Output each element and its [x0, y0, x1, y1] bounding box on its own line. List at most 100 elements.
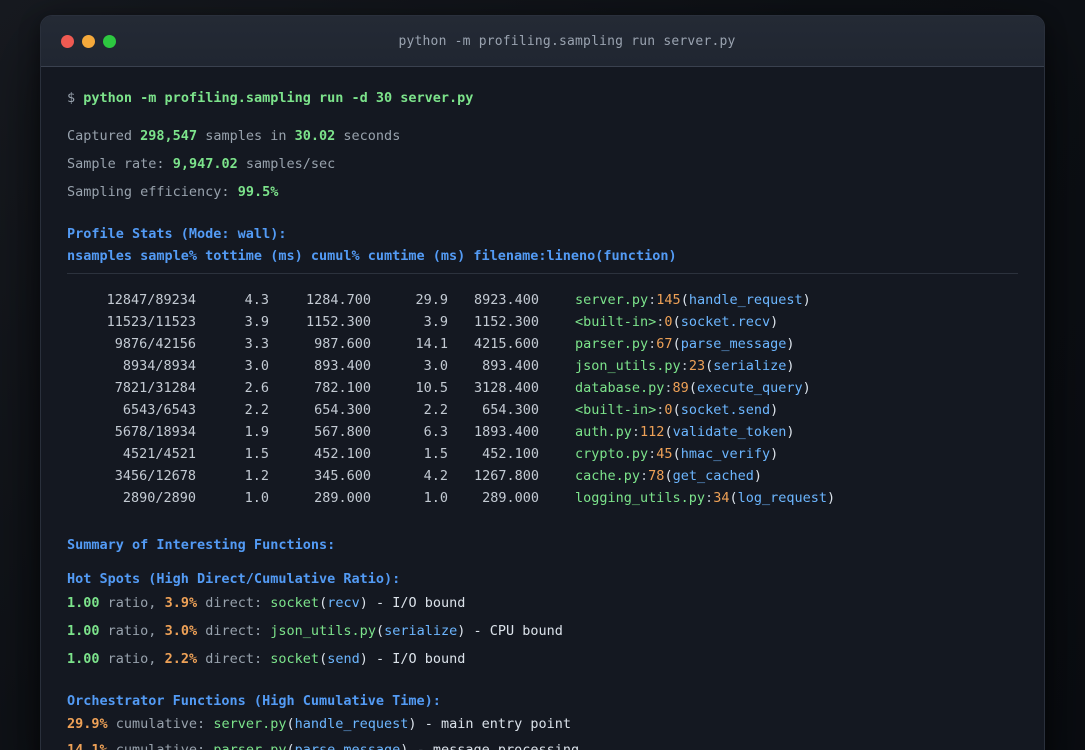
tottime-cell: 1284.700 — [305, 292, 371, 308]
cumul-pct-cell: 10.5 — [415, 380, 448, 396]
hot-spots-heading: Hot Spots (High Direct/Cumulative Ratio)… — [67, 571, 401, 587]
line-number: 0 — [664, 314, 673, 330]
sample-rate-line: Sample rate: 9,947.02 samples/sec — [67, 154, 1018, 174]
location-cell: parser.py:67(parse_message) — [575, 336, 795, 352]
terminal-output[interactable]: $ python -m profiling.sampling run -d 30… — [41, 67, 1044, 750]
close-button[interactable] — [61, 34, 74, 48]
nsamples-cell: 5678/18934 — [114, 424, 196, 440]
tottime-cell: 987.600 — [314, 336, 371, 352]
sample-rate-label: Sample rate: — [67, 156, 165, 172]
cumtime-cell: 3128.400 — [473, 380, 539, 396]
sample-pct-cell: 1.2 — [244, 468, 269, 484]
command-text: python -m profiling.sampling run -d 30 s… — [83, 90, 474, 106]
captured-samples: 298,547 — [140, 128, 198, 144]
line-number: 67 — [656, 336, 673, 352]
filename: socket — [270, 651, 320, 667]
ratio-value: 1.00 — [67, 651, 100, 667]
filename: socket — [270, 595, 320, 611]
function-name: socket.send — [680, 402, 771, 418]
location-cell: json_utils.py:23(serialize) — [575, 358, 795, 374]
location-cell: crypto.py:45(hmac_verify) — [575, 446, 779, 462]
cumul-pct-cell: 1.5 — [423, 446, 448, 462]
cumtime-cell: 452.100 — [482, 446, 539, 462]
direct-pct: 2.2% — [164, 651, 198, 667]
cumul-pct-cell: 29.9 — [415, 292, 448, 308]
captured-infix: samples in — [205, 128, 287, 144]
cumtime-cell: 4215.600 — [473, 336, 539, 352]
role-note: - main entry point — [424, 716, 572, 732]
nsamples-cell: 2890/2890 — [122, 490, 196, 506]
function-name: handle_request — [294, 716, 409, 732]
cumul-pct-cell: 4.2 — [423, 468, 448, 484]
sample-pct-cell: 2.2 — [244, 402, 269, 418]
line-number: 89 — [672, 380, 689, 396]
sample-pct-cell: 2.6 — [244, 380, 269, 396]
nsamples-cell: 8934/8934 — [122, 358, 196, 374]
function-name: validate_token — [672, 424, 787, 440]
nsamples-cell: 12847/89234 — [106, 292, 196, 308]
line-number: 0 — [664, 402, 673, 418]
location-cell: <built-in>:0(socket.send) — [575, 402, 779, 418]
filename: json_utils.py — [270, 623, 376, 639]
line-number: 34 — [713, 490, 730, 506]
table-row: 8934/8934 3.0 893.400 3.0 893.400 json_utils.… — [67, 355, 1018, 377]
filename: parser.py — [575, 336, 649, 352]
sample-rate-unit: samples/sec — [245, 156, 336, 172]
filename: database.py — [575, 380, 665, 396]
table-columns-header: nsamples sample% tottime (ms) cumul% cum… — [67, 248, 677, 264]
cumtime-cell: 8923.400 — [473, 292, 539, 308]
sample-pct-cell: 3.9 — [244, 314, 269, 330]
sample-rate-value: 9,947.02 — [172, 156, 238, 172]
ratio-value: 1.00 — [67, 595, 100, 611]
location-cell: server.py:145(handle_request) — [575, 292, 811, 308]
orchestrators-list: 29.9% cumulative: server.py(handle_reque… — [67, 711, 1018, 750]
location-cell: <built-in>:0(socket.recv) — [575, 314, 779, 330]
function-name: serialize — [713, 358, 787, 374]
table-row: 3456/12678 1.2 345.600 4.2 1267.800 cache.py:… — [67, 465, 1018, 487]
terminal-window: python -m profiling.sampling run server.… — [40, 15, 1045, 750]
table-row: 6543/6543 2.2 654.300 2.2 654.300 <built-in>:… — [67, 399, 1018, 421]
captured-label: Captured — [67, 128, 133, 144]
location-cell: logging_utils.py:34(log_request) — [575, 490, 836, 506]
role-note: - message processing — [416, 742, 580, 750]
tottime-cell: 452.100 — [314, 446, 371, 462]
orchestrator-line: 29.9% cumulative: server.py(handle_reque… — [67, 716, 572, 732]
cumul-pct-cell: 3.0 — [423, 358, 448, 374]
line-number: 45 — [656, 446, 673, 462]
sample-pct-cell: 3.0 — [244, 358, 269, 374]
cumtime-cell: 1267.800 — [473, 468, 539, 484]
direct-pct: 3.9% — [164, 595, 198, 611]
table-row: 9876/42156 3.3 987.600 14.1 4215.600 parser.p… — [67, 333, 1018, 355]
filename: server.py — [213, 716, 287, 732]
nsamples-cell: 4521/4521 — [122, 446, 196, 462]
zoom-button[interactable] — [103, 34, 116, 48]
nsamples-cell: 9876/42156 — [114, 336, 196, 352]
nsamples-cell: 7821/31284 — [114, 380, 196, 396]
efficiency-line: Sampling efficiency: 99.5% — [67, 182, 1018, 202]
sample-pct-cell: 1.0 — [244, 490, 269, 506]
tottime-cell: 1152.300 — [305, 314, 371, 330]
cumtime-cell: 1893.400 — [473, 424, 539, 440]
captured-unit: seconds — [343, 128, 401, 144]
minimize-button[interactable] — [82, 34, 95, 48]
cumtime-cell: 289.000 — [482, 490, 539, 506]
function-name: socket.recv — [680, 314, 771, 330]
profile-stats-heading: Profile Stats (Mode: wall): — [67, 226, 287, 242]
shell-prompt: $ — [67, 90, 76, 106]
tottime-cell: 567.800 — [314, 424, 371, 440]
profile-stats-table: 12847/89234 4.3 1284.700 29.9 8923.400 server… — [67, 289, 1018, 509]
line-number: 78 — [648, 468, 665, 484]
terminal-titlebar[interactable]: python -m profiling.sampling run server.… — [41, 16, 1044, 67]
filename: server.py — [575, 292, 649, 308]
tottime-cell: 893.400 — [314, 358, 371, 374]
hot-spot-line: 1.00 ratio, 3.9% direct: socket(recv) - … — [67, 595, 466, 611]
function-name: parse_message — [294, 742, 401, 750]
table-row: 12847/89234 4.3 1284.700 29.9 8923.400 server… — [67, 289, 1018, 311]
cumul-pct-cell: 1.0 — [423, 490, 448, 506]
captured-duration: 30.02 — [294, 128, 336, 144]
direct-pct: 3.0% — [164, 623, 198, 639]
nsamples-cell: 6543/6543 — [122, 402, 196, 418]
sample-pct-cell: 1.9 — [244, 424, 269, 440]
table-row: 5678/18934 1.9 567.800 6.3 1893.400 auth.py:1… — [67, 421, 1018, 443]
filename: crypto.py — [575, 446, 649, 462]
